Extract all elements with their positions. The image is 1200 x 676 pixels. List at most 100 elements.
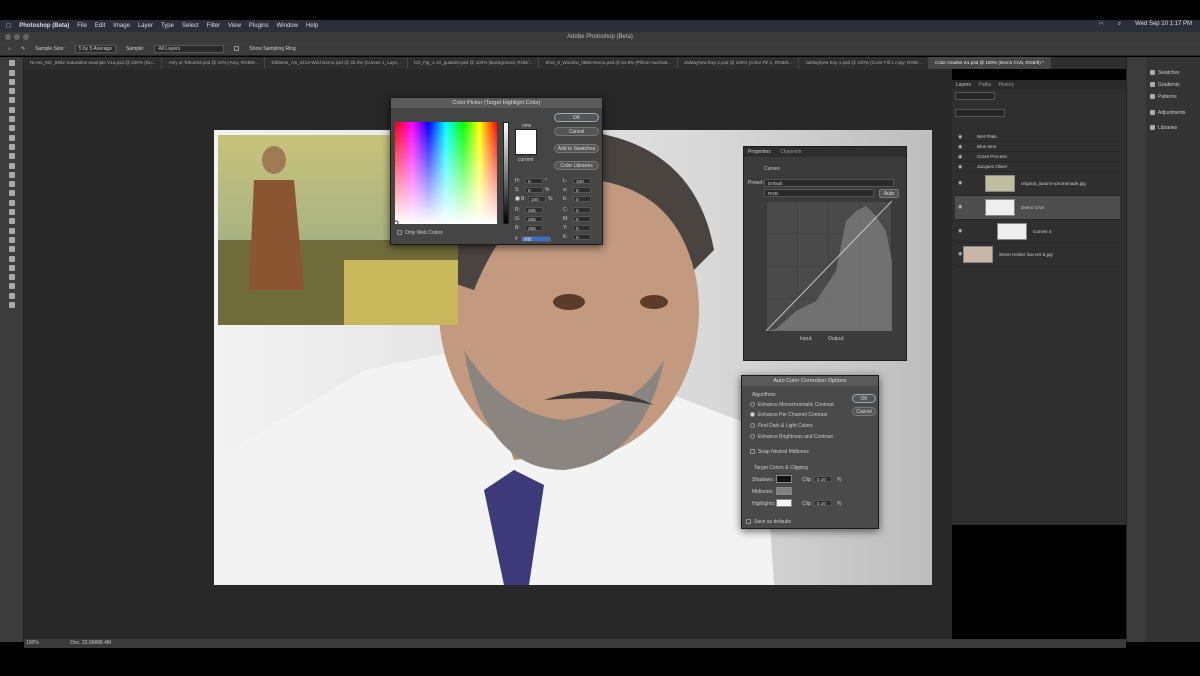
shadows-swatch[interactable] xyxy=(776,475,792,483)
menu-layer[interactable]: Layer xyxy=(138,23,153,29)
visibility-eye-icon[interactable]: ◉ xyxy=(958,228,962,234)
color-libraries-button[interactable]: Color Libraries xyxy=(554,161,599,170)
green-field[interactable]: 255 xyxy=(525,216,543,222)
layer-row[interactable]: ◉ Cross Process xyxy=(955,152,1120,162)
layer-row[interactable]: ◉ Blue tone xyxy=(955,142,1120,152)
color-field[interactable] xyxy=(395,122,497,224)
rectangle-tool-icon[interactable] xyxy=(8,236,15,243)
document-tab[interactable]: CD_Fig_1-10_guitarist.psd @ 100% (Backgr… xyxy=(408,57,540,69)
dock-gradients[interactable]: Gradients xyxy=(1150,82,1180,88)
hue-field[interactable]: 0 xyxy=(525,178,543,184)
gradient-tool-icon[interactable] xyxy=(8,181,15,188)
save-defaults-checkbox[interactable] xyxy=(746,519,751,524)
lab-a-field[interactable]: 0 xyxy=(573,187,591,193)
menu-file[interactable]: File xyxy=(77,23,87,29)
highlights-swatch[interactable] xyxy=(776,499,792,507)
visibility-eye-icon[interactable]: ◉ xyxy=(958,154,962,160)
clone-tool-icon[interactable] xyxy=(8,153,15,160)
visibility-eye-icon[interactable]: ◉ xyxy=(958,144,962,150)
black-field[interactable]: 0 xyxy=(573,234,591,240)
per-channel-radio[interactable] xyxy=(750,412,755,417)
menu-type[interactable]: Type xyxy=(161,23,174,29)
monochromatic-radio[interactable] xyxy=(750,402,755,407)
document-tab[interactable]: Nt-res_MC_5562 Saturation example V1a.ps… xyxy=(24,57,163,69)
document-tab[interactable]: JaiMayhew Exp 2.psd @ 100% (Color Fill 1… xyxy=(678,57,800,69)
close-window-icon[interactable] xyxy=(5,34,11,40)
sample-select[interactable]: All Layers xyxy=(154,44,225,53)
hue-slider[interactable] xyxy=(503,122,509,224)
document-tab[interactable]: JaiMayhew Exp 1.psd @ 100% (Color Fill 1… xyxy=(799,57,930,69)
menu-window[interactable]: Window xyxy=(277,23,298,29)
menu-image[interactable]: Image xyxy=(113,23,130,29)
brightness-radio[interactable] xyxy=(515,196,520,201)
lab-b-field[interactable]: 0 xyxy=(573,196,591,202)
layer-row[interactable]: ◉ Wet Plate xyxy=(955,132,1120,142)
type-tool-icon[interactable] xyxy=(8,218,15,225)
channel-select[interactable]: RGB xyxy=(764,189,874,197)
search-icon[interactable]: ⌕ xyxy=(1118,21,1121,28)
path-select-tool-icon[interactable] xyxy=(8,227,15,234)
menu-edit[interactable]: Edit xyxy=(95,23,105,29)
zoom-level[interactable]: 100% xyxy=(26,640,39,646)
dodge-tool-icon[interactable] xyxy=(8,199,15,206)
lasso-tool-icon[interactable] xyxy=(8,88,15,95)
midtones-swatch[interactable] xyxy=(776,487,792,495)
brush-tool-icon[interactable] xyxy=(8,143,15,150)
auto-button[interactable]: Auto xyxy=(879,189,899,198)
layer-row[interactable]: ◉ Demo Crvs xyxy=(955,196,1120,220)
dark-light-radio[interactable] xyxy=(750,423,755,428)
visibility-eye-icon[interactable]: ◉ xyxy=(958,204,962,210)
auto-color-cancel-button[interactable]: Cancel xyxy=(852,407,876,416)
dock-patterns[interactable]: Patterns xyxy=(1150,94,1177,100)
document-tab[interactable]: Shot_8_Window_0865-Demo.psd @ 61.9% (Pil… xyxy=(539,57,678,69)
auto-color-ok-button[interactable]: OK xyxy=(852,394,876,403)
app-menu[interactable]: Photoshop (Beta) xyxy=(19,23,69,29)
sample-size-select[interactable]: 5 by 5 Average xyxy=(74,44,116,53)
lab-l-field[interactable]: 100 xyxy=(573,178,591,184)
doc-size[interactable]: Doc: 23.0M/88.4M xyxy=(70,640,111,646)
home-icon[interactable]: ⌂ xyxy=(8,46,11,52)
layer-row[interactable]: ◉ original_autumn-promenade.jpg xyxy=(955,172,1120,196)
snap-midtones-checkbox[interactable] xyxy=(750,449,755,454)
brightness-field[interactable]: 100 xyxy=(528,196,546,202)
history-brush-tool-icon[interactable] xyxy=(8,162,15,169)
object-select-tool-icon[interactable] xyxy=(8,97,15,104)
saturation-field[interactable]: 0 xyxy=(525,187,543,193)
foreground-color-tool-icon[interactable] xyxy=(8,274,15,281)
hex-field[interactable]: ffffff xyxy=(521,236,551,242)
hand-tool-icon[interactable] xyxy=(8,246,15,253)
visibility-eye-icon[interactable]: ◉ xyxy=(958,164,962,170)
magenta-field[interactable]: 0 xyxy=(573,216,591,222)
artboard-tool-icon[interactable] xyxy=(8,69,15,76)
highlights-clip-field[interactable]: 0.10 xyxy=(814,500,832,506)
only-web-colors-checkbox[interactable] xyxy=(397,230,402,235)
color-picker-ok-button[interactable]: OK xyxy=(554,113,599,122)
yellow-field[interactable]: 0 xyxy=(573,225,591,231)
dock-adjustments[interactable]: Adjustments xyxy=(1150,110,1186,116)
apple-icon[interactable]:  xyxy=(6,23,11,30)
document-tab[interactable]: Amy at Tahoe03.psd @ 10% (Amy, RGB/8... xyxy=(162,57,266,69)
zoom-window-icon[interactable] xyxy=(23,34,29,40)
document-tab[interactable]: Dibbens_AS_2413-W2d Demo.psd @ 33.3% (Cu… xyxy=(265,57,408,69)
layer-row[interactable]: ◉ Jacques Oliver xyxy=(955,162,1120,172)
menu-view[interactable]: View xyxy=(228,23,241,29)
quick-mask-tool-icon[interactable] xyxy=(8,292,15,299)
red-field[interactable]: 255 xyxy=(525,207,543,213)
menu-plugins[interactable]: Plugins xyxy=(249,23,269,29)
crop-tool-icon[interactable] xyxy=(8,106,15,113)
screen-mode-tool-icon[interactable] xyxy=(8,302,15,309)
tab-paths[interactable]: Paths xyxy=(978,82,991,88)
blur-tool-icon[interactable] xyxy=(8,190,15,197)
frame-tool-icon[interactable] xyxy=(8,116,15,123)
clock[interactable]: Wed Sep 10 1:17 PM xyxy=(1135,21,1192,28)
pen-tool-icon[interactable] xyxy=(8,209,15,216)
menu-filter[interactable]: Filter xyxy=(207,23,220,29)
menu-select[interactable]: Select xyxy=(182,23,199,29)
tab-history[interactable]: History xyxy=(999,82,1015,88)
marquee-tool-icon[interactable] xyxy=(8,78,15,85)
blue-field[interactable]: 255 xyxy=(525,225,543,231)
tab-layers[interactable]: Layers xyxy=(956,82,971,88)
eyedropper-tool-icon[interactable] xyxy=(8,125,15,132)
menu-help[interactable]: Help xyxy=(306,23,318,29)
shadows-clip-field[interactable]: 0.10 xyxy=(814,476,832,482)
